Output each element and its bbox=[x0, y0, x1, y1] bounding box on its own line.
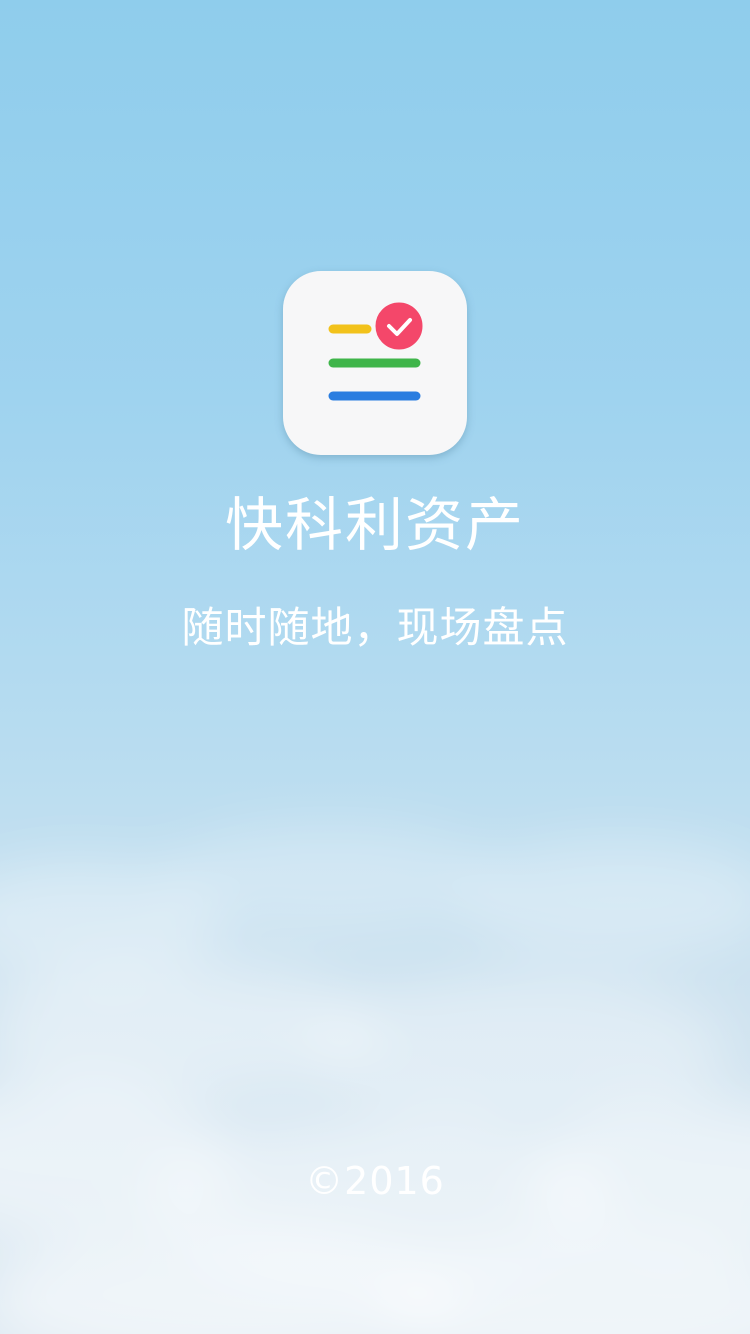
copyright-text: ©2016 bbox=[305, 1159, 445, 1203]
cloud-background bbox=[0, 825, 750, 1334]
splash-screen: 快科利资产 随时随地，现场盘点 ©2016 bbox=[0, 0, 750, 1334]
app-name: 快科利资产 bbox=[224, 491, 525, 559]
app-slogan: 随时随地，现场盘点 bbox=[181, 603, 569, 652]
checklist-icon bbox=[328, 299, 426, 401]
app-logo bbox=[283, 271, 467, 455]
